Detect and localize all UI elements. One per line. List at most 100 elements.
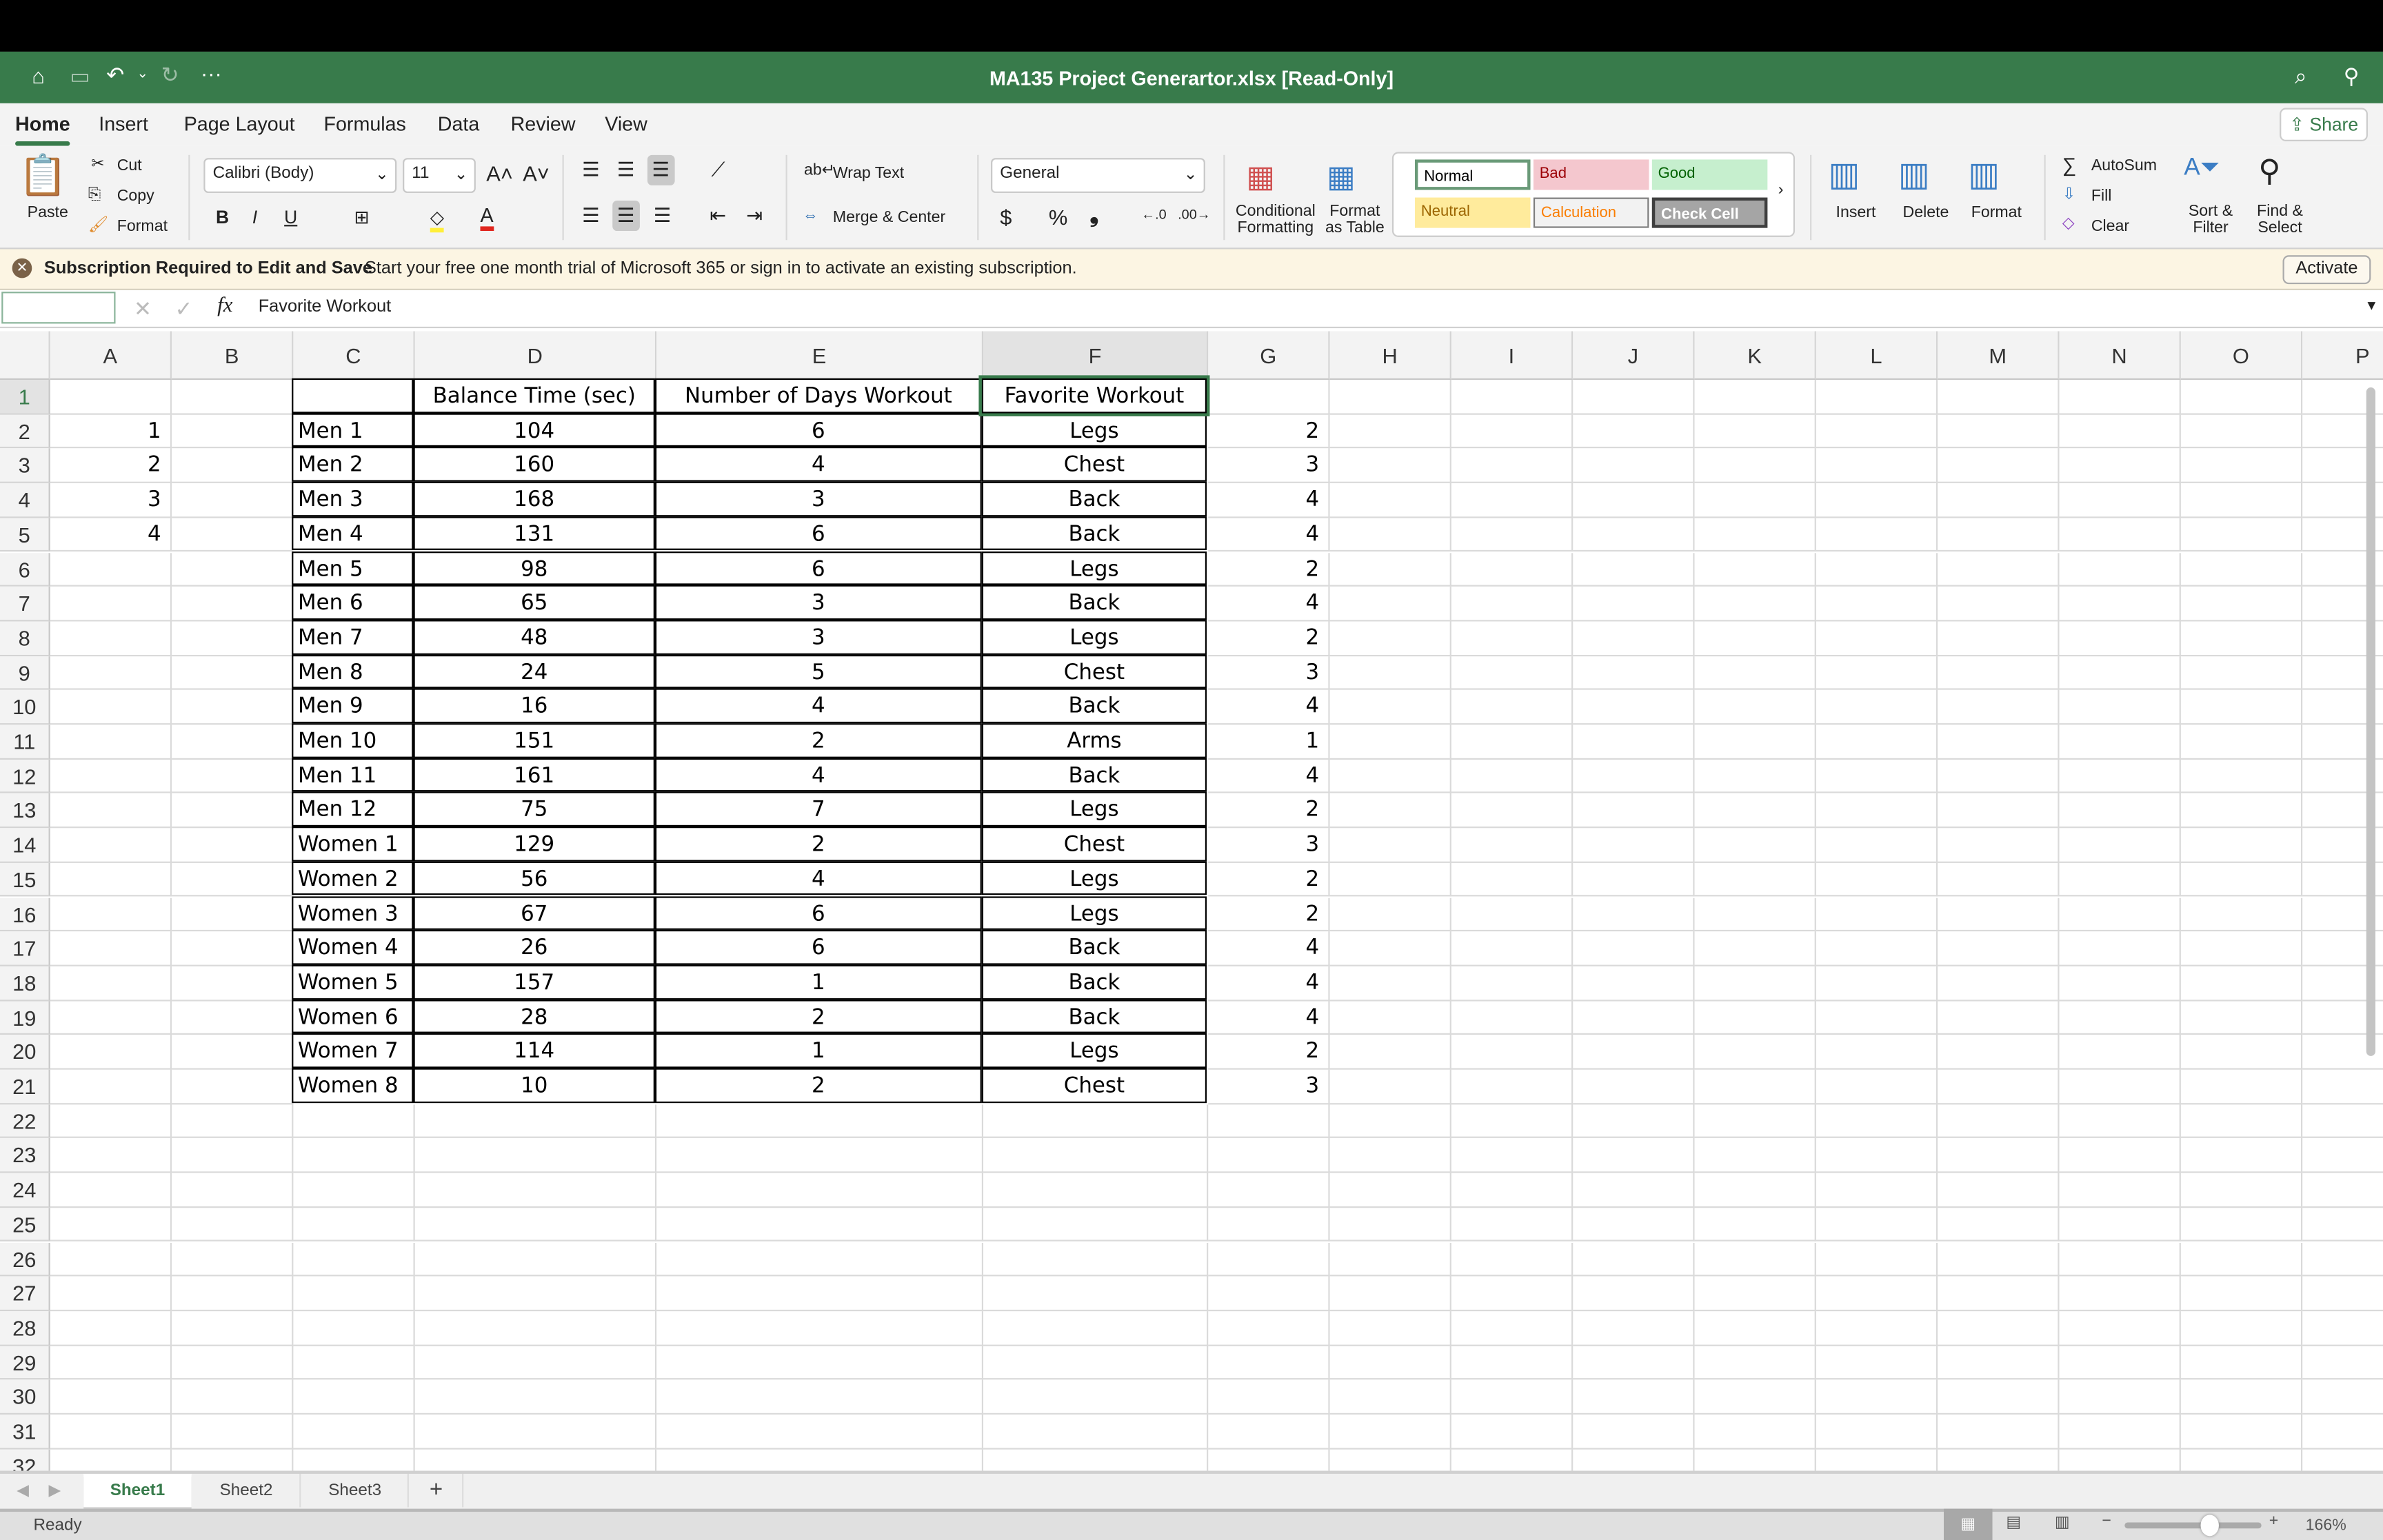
- empty-cell[interactable]: [2180, 1000, 2303, 1035]
- cancel-icon[interactable]: ✕: [134, 296, 152, 322]
- cell-d7[interactable]: 65: [413, 585, 655, 620]
- empty-cell[interactable]: [172, 759, 294, 794]
- empty-cell[interactable]: [1330, 1449, 1451, 1471]
- increase-indent-icon[interactable]: ⇥: [746, 203, 763, 227]
- row-header[interactable]: 19: [0, 1000, 50, 1035]
- empty-cell[interactable]: [1816, 1310, 1938, 1346]
- row-header[interactable]: 7: [0, 587, 50, 622]
- empty-cell[interactable]: [1451, 1104, 1573, 1139]
- empty-cell[interactable]: [1694, 1000, 1816, 1035]
- empty-cell[interactable]: [2059, 1104, 2181, 1139]
- empty-cell[interactable]: [1329, 518, 1451, 553]
- empty-cell[interactable]: [1694, 621, 1816, 656]
- empty-cell[interactable]: [2302, 1449, 2383, 1471]
- row-header[interactable]: 9: [0, 656, 50, 691]
- empty-cell[interactable]: [50, 1310, 172, 1346]
- empty-cell[interactable]: [1694, 793, 1816, 829]
- empty-cell[interactable]: [2180, 1379, 2303, 1415]
- empty-cell[interactable]: [2059, 759, 2181, 794]
- cell-f9[interactable]: Chest: [981, 654, 1207, 689]
- empty-cell[interactable]: [2180, 1310, 2303, 1346]
- empty-cell[interactable]: [172, 1345, 294, 1380]
- cell-c15[interactable]: Women 2: [292, 861, 414, 896]
- empty-cell[interactable]: [50, 656, 172, 691]
- empty-cell[interactable]: [983, 1379, 1209, 1415]
- empty-cell[interactable]: [1451, 897, 1573, 932]
- empty-cell[interactable]: [2180, 1035, 2303, 1070]
- empty-cell[interactable]: [1938, 380, 2060, 415]
- column-header-l[interactable]: L: [1816, 331, 1938, 381]
- empty-cell[interactable]: [1694, 1414, 1816, 1450]
- cell-f8[interactable]: Legs: [981, 620, 1207, 655]
- cell-d5[interactable]: 131: [413, 516, 655, 551]
- empty-cell[interactable]: [1938, 862, 2060, 898]
- row-header[interactable]: 13: [0, 793, 50, 829]
- empty-cell[interactable]: [1451, 414, 1573, 449]
- empty-cell[interactable]: [1329, 552, 1451, 587]
- font-name-select[interactable]: Calibri (Body) ⌄: [203, 158, 397, 193]
- empty-cell[interactable]: [1938, 621, 2060, 656]
- cell-style-calculation[interactable]: Calculation: [1533, 197, 1649, 228]
- empty-cell[interactable]: [1938, 1207, 2060, 1242]
- decrease-decimal-icon[interactable]: .00→: [1178, 207, 1210, 222]
- empty-cell[interactable]: [1573, 1242, 1695, 1277]
- currency-icon[interactable]: $: [1000, 205, 1012, 230]
- empty-cell[interactable]: [50, 1345, 172, 1380]
- empty-cell[interactable]: [1329, 1414, 1451, 1450]
- empty-cell[interactable]: [2059, 862, 2181, 898]
- row-header[interactable]: 12: [0, 759, 50, 794]
- align-middle-icon[interactable]: ☰: [617, 158, 635, 182]
- empty-cell[interactable]: [1329, 1242, 1451, 1277]
- column-header-k[interactable]: K: [1694, 331, 1816, 381]
- search-icon[interactable]: ⌕: [2295, 64, 2306, 90]
- empty-cell[interactable]: [1816, 690, 1938, 725]
- empty-cell[interactable]: [293, 1379, 415, 1415]
- empty-cell[interactable]: [983, 1207, 1209, 1242]
- cell-f10[interactable]: Back: [981, 689, 1207, 724]
- empty-cell[interactable]: [1573, 587, 1695, 622]
- cell-g19[interactable]: 4: [1208, 1000, 1330, 1035]
- empty-cell[interactable]: [1573, 1379, 1695, 1415]
- merge-center-button[interactable]: Merge & Center: [833, 208, 945, 226]
- empty-cell[interactable]: [2180, 621, 2303, 656]
- empty-cell[interactable]: [1451, 1000, 1573, 1035]
- empty-cell[interactable]: [1573, 1000, 1695, 1035]
- empty-cell[interactable]: [1451, 552, 1573, 587]
- cell-d10[interactable]: 16: [413, 689, 655, 724]
- empty-cell[interactable]: [983, 1173, 1209, 1208]
- empty-cell[interactable]: [1451, 483, 1573, 518]
- empty-cell[interactable]: [50, 793, 172, 829]
- cell-g11[interactable]: 1: [1208, 725, 1330, 760]
- row-header[interactable]: 11: [0, 725, 50, 760]
- cell-e7[interactable]: 3: [654, 585, 982, 620]
- empty-cell[interactable]: [172, 483, 294, 518]
- empty-cell[interactable]: [2302, 1070, 2383, 1104]
- empty-cell[interactable]: [1816, 414, 1938, 449]
- empty-cell[interactable]: [1816, 1379, 1938, 1415]
- empty-cell[interactable]: [1694, 1104, 1816, 1139]
- empty-cell[interactable]: [1451, 828, 1573, 863]
- cell-e20[interactable]: 1: [654, 1033, 982, 1068]
- empty-cell[interactable]: [414, 1310, 657, 1346]
- cell-e18[interactable]: 1: [654, 964, 982, 1000]
- empty-cell[interactable]: [293, 1414, 415, 1450]
- increase-decimal-icon[interactable]: ←.0: [1141, 207, 1166, 222]
- empty-cell[interactable]: [1694, 1379, 1816, 1415]
- cell-f21[interactable]: Chest: [981, 1068, 1207, 1103]
- empty-cell[interactable]: [1938, 1104, 2060, 1139]
- font-color-icon[interactable]: A: [480, 203, 494, 232]
- empty-cell[interactable]: [50, 725, 172, 760]
- empty-cell[interactable]: [50, 966, 172, 1001]
- cell-f13[interactable]: Legs: [981, 792, 1207, 827]
- align-top-icon[interactable]: ☰: [582, 158, 600, 182]
- clear-button[interactable]: Clear: [2091, 217, 2129, 235]
- empty-cell[interactable]: [2059, 828, 2181, 863]
- empty-cell[interactable]: [1694, 1242, 1816, 1277]
- bold-icon[interactable]: B: [216, 207, 229, 228]
- cell-c9[interactable]: Men 8: [292, 654, 414, 689]
- empty-cell[interactable]: [1451, 1173, 1573, 1208]
- cell-c6[interactable]: Men 5: [292, 550, 414, 585]
- empty-cell[interactable]: [1329, 1138, 1451, 1173]
- empty-cell[interactable]: [2180, 1173, 2303, 1208]
- name-box[interactable]: [1, 292, 116, 324]
